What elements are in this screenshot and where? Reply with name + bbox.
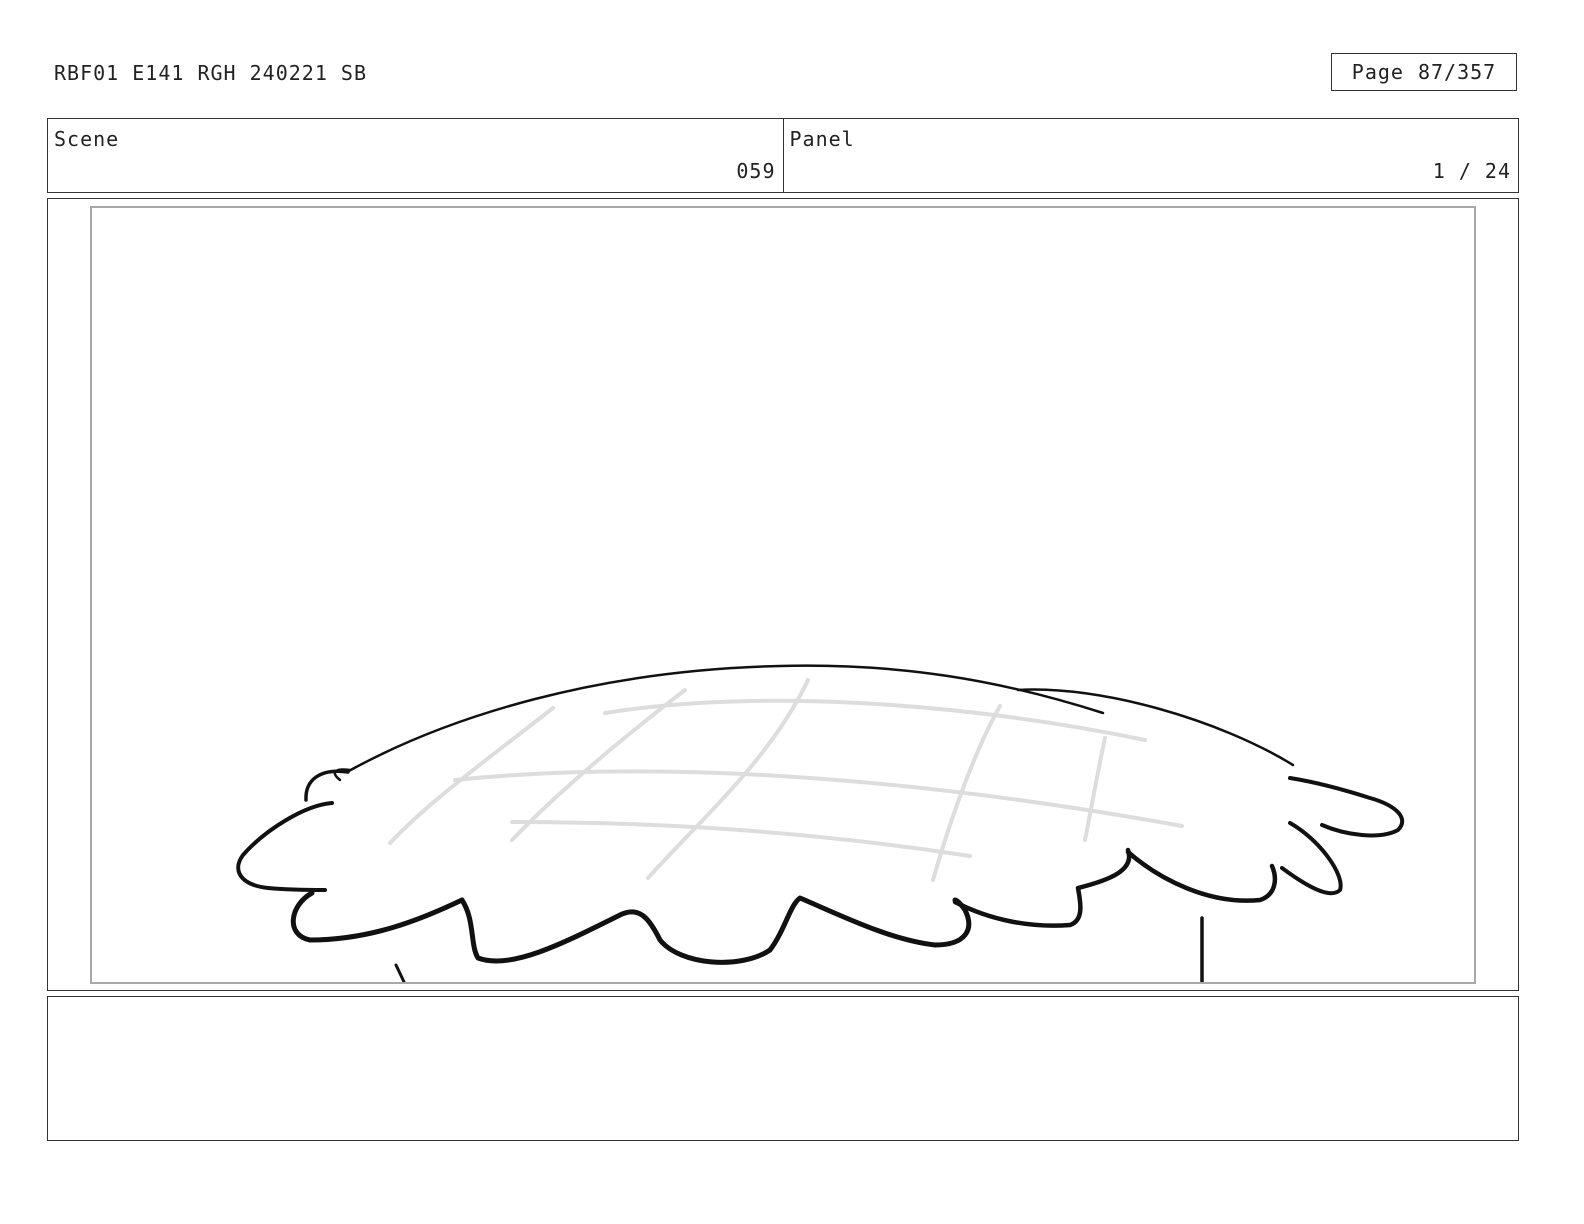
panel-label: Panel xyxy=(789,127,855,151)
bush-outline xyxy=(236,664,1405,982)
panel-cell: Panel 1 / 24 xyxy=(782,119,1519,192)
page-indicator: Page 87/357 xyxy=(1331,53,1517,91)
guide-lines xyxy=(388,678,1184,882)
document-title: RBF01 E141 RGH 240221 SB xyxy=(54,61,367,85)
scene-panel-info: Scene 059 Panel 1 / 24 xyxy=(47,118,1519,193)
bush-sketch-drawing xyxy=(236,664,1405,982)
scene-number: 059 xyxy=(736,159,776,183)
scene-cell: Scene 059 xyxy=(48,119,783,192)
scene-label: Scene xyxy=(54,127,120,151)
storyboard-drawing-area xyxy=(90,206,1476,984)
page-number: 87/357 xyxy=(1417,60,1497,84)
panel-notes-box xyxy=(47,996,1519,1141)
page-label: Page xyxy=(1351,60,1404,84)
panel-number: 1 / 24 xyxy=(1432,159,1511,183)
